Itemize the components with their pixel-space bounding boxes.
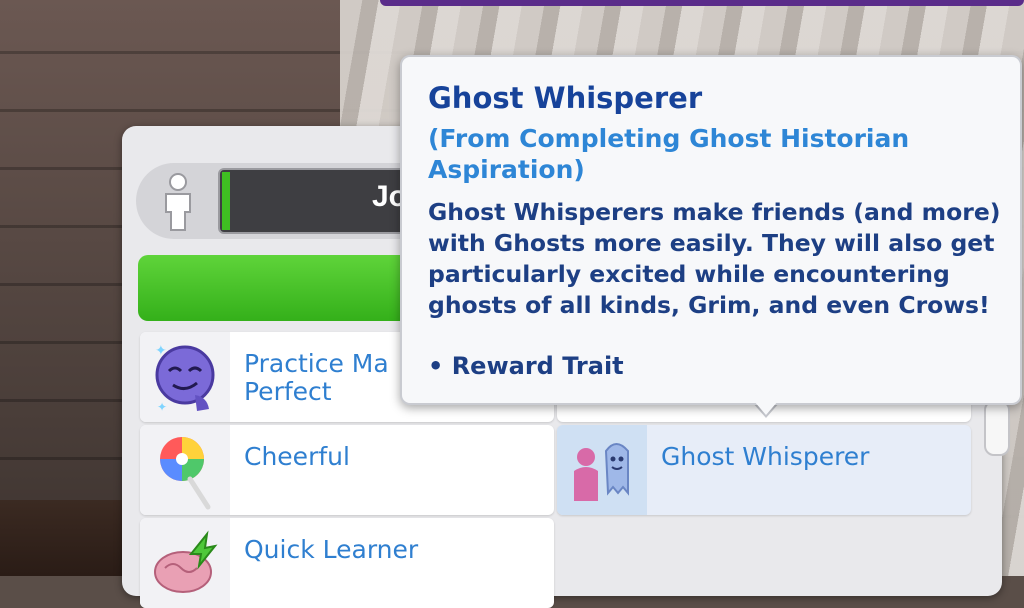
svg-text:✦: ✦: [155, 343, 167, 359]
trait-card-cheerful[interactable]: Cheerful: [140, 425, 554, 515]
trait-card-quick-learner[interactable]: Quick Learner: [140, 518, 554, 608]
tooltip-source: (From Completing Ghost Historian Aspirat…: [428, 124, 910, 184]
brain-icon: [140, 518, 230, 608]
trait-label: Cheerful: [244, 442, 350, 471]
tooltip-reward-tag: • Reward Trait: [428, 352, 624, 380]
progress-meter: [222, 172, 230, 230]
lollipop-icon: [140, 425, 230, 515]
ghost-whisperer-icon: [557, 425, 647, 515]
trait-label: Practice Ma Perfect: [244, 349, 389, 406]
trait-label: Ghost Whisperer: [661, 442, 870, 471]
tooltip-description: Ghost Whisperers make friends (and more)…: [428, 198, 1001, 319]
trait-label: Quick Learner: [244, 535, 419, 564]
top-ui-bar: [380, 0, 1024, 6]
tooltip-title: Ghost Whisperer: [428, 81, 703, 115]
scrollbar-thumb[interactable]: [984, 400, 1010, 456]
trait-card-ghost-whisperer[interactable]: Ghost Whisperer: [557, 425, 971, 515]
svg-text:✦: ✦: [157, 400, 167, 414]
practice-makes-perfect-icon: ✦ ✦: [140, 332, 230, 422]
tooltip-arrow: [754, 401, 778, 415]
sim-silhouette-icon[interactable]: [148, 172, 208, 232]
trait-tooltip: Ghost Whisperer (From Completing Ghost H…: [400, 55, 1022, 405]
